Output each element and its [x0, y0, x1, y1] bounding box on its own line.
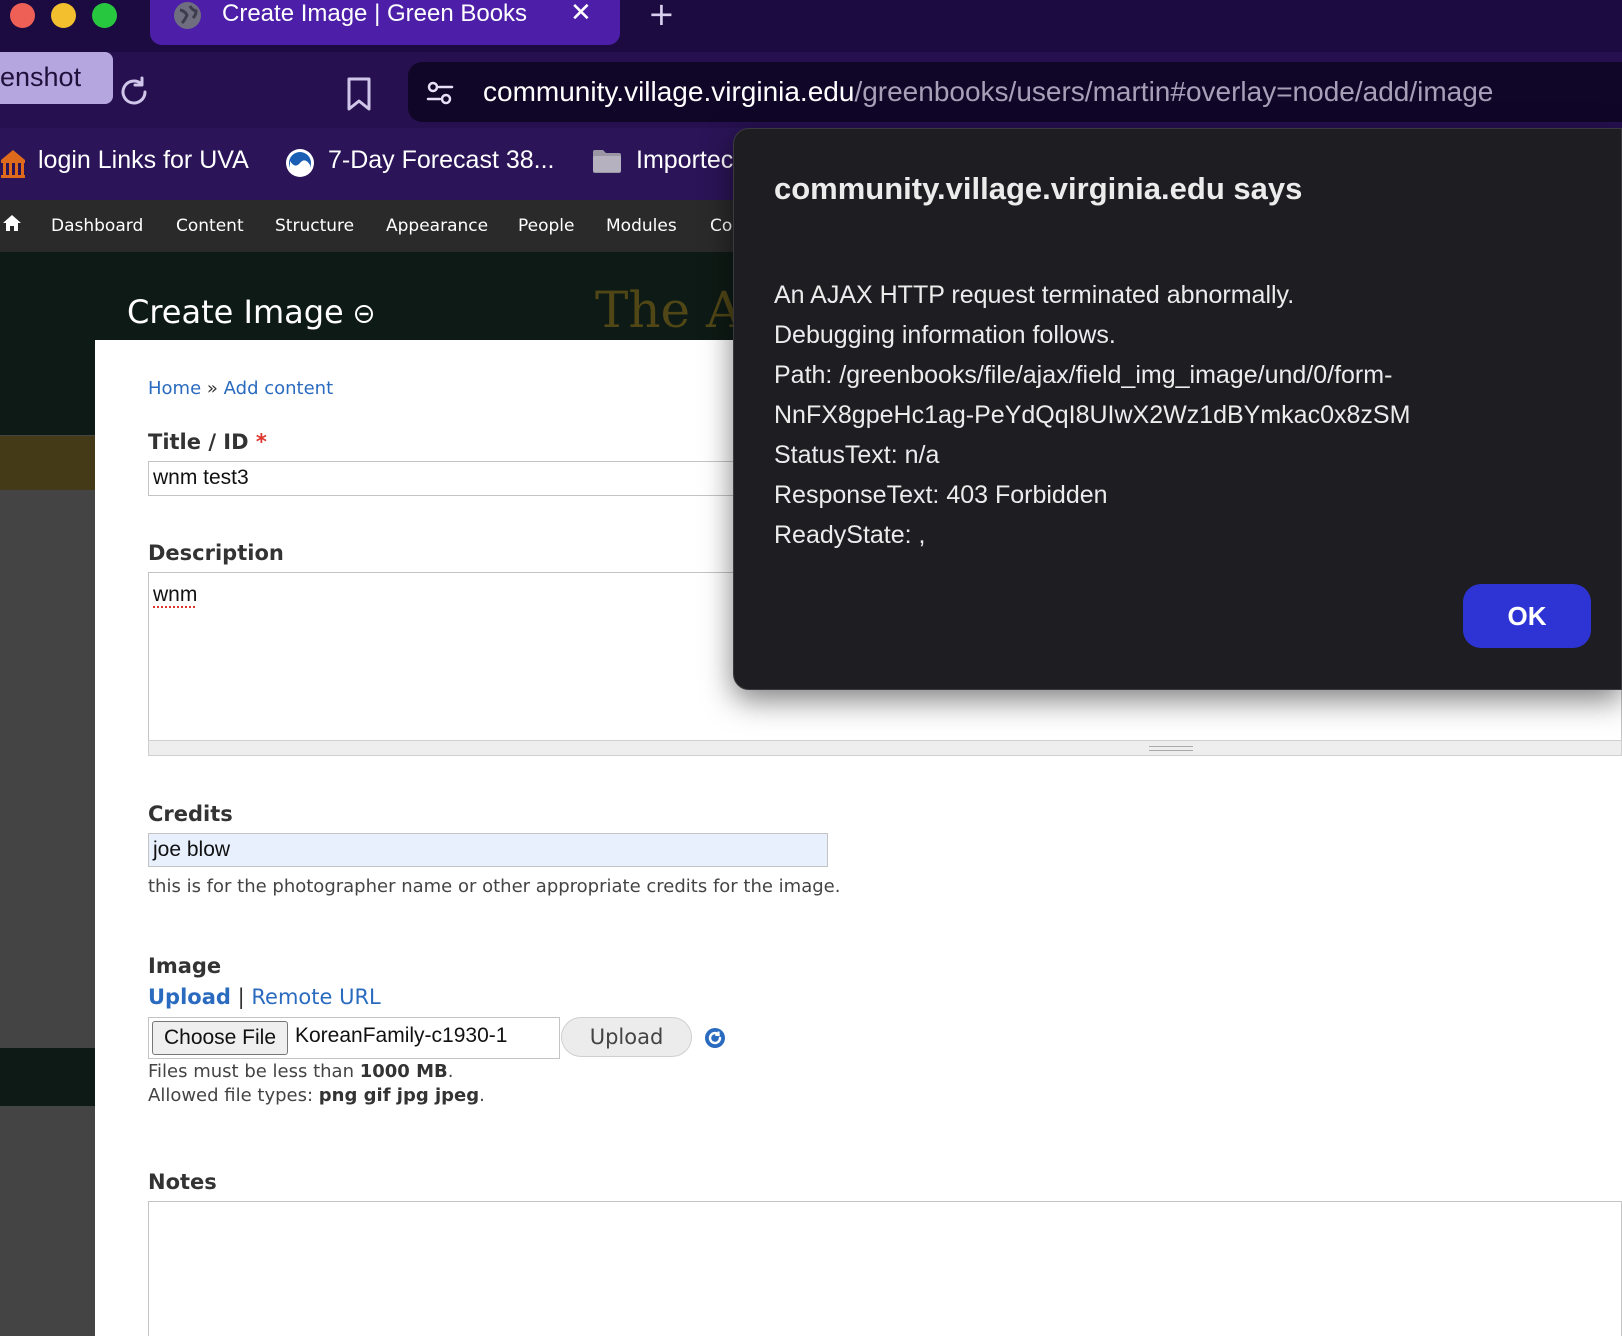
- new-tab-icon[interactable]: +: [648, 0, 675, 30]
- choose-file-button[interactable]: Choose File: [152, 1021, 288, 1055]
- bookmark-forecast[interactable]: 7-Day Forecast 38...: [328, 145, 554, 175]
- admin-menu-structure[interactable]: Structure: [275, 216, 354, 236]
- admin-menu-appearance[interactable]: Appearance: [386, 216, 488, 236]
- file-types-help-prefix: Allowed file types:: [148, 1085, 314, 1106]
- rotunda-icon: [0, 148, 26, 182]
- dialog-title: community.village.virginia.edu says: [774, 171, 1303, 206]
- browser-tab-active[interactable]: Create Image | Green Books ✕: [150, 0, 620, 45]
- home-icon[interactable]: [2, 214, 22, 236]
- breadcrumb: Home » Add content: [148, 378, 333, 399]
- dialog-message-line: NnFX8gpeHc1ag-PeYdQqI8UIwX2Wz1dBYmkac0x8…: [774, 401, 1411, 429]
- dialog-message-line: Path: /greenbooks/file/ajax/field_img_im…: [774, 361, 1393, 389]
- admin-menu-bar: Dashboard Content Structure Appearance P…: [0, 200, 740, 252]
- admin-menu-people[interactable]: People: [518, 216, 574, 236]
- ok-button[interactable]: OK: [1463, 584, 1591, 648]
- shortcut-remove-icon[interactable]: [354, 304, 374, 328]
- ajax-throbber-icon: [704, 1027, 726, 1053]
- browser-toolbar: enshot community.village.virginia.edu/gr…: [0, 52, 1622, 128]
- alert-dialog: community.village.virginia.edu says An A…: [733, 128, 1622, 690]
- notes-textarea[interactable]: [148, 1201, 1622, 1336]
- admin-menu-dashboard[interactable]: Dashboard: [51, 216, 143, 236]
- dialog-message-line: Debugging information follows.: [774, 321, 1116, 349]
- grip-lines: [1149, 746, 1193, 751]
- tab-close-icon[interactable]: ✕: [570, 0, 592, 28]
- credits-help-text: this is for the photographer name or oth…: [148, 876, 841, 897]
- dialog-message-line: StatusText: n/a: [774, 441, 940, 469]
- tab-strip: Create Image | Green Books ✕ +: [0, 0, 1622, 52]
- description-value: wnm: [153, 583, 198, 606]
- site-settings-icon[interactable]: [426, 80, 454, 110]
- file-types-help-suffix: .: [479, 1085, 485, 1106]
- breadcrumb-home[interactable]: Home: [148, 378, 201, 399]
- page-title: Create Image: [127, 293, 344, 331]
- admin-menu-modules[interactable]: Modules: [606, 216, 677, 236]
- file-size-help-suffix: .: [447, 1061, 454, 1082]
- source-separator: |: [237, 985, 245, 1009]
- dialog-message-line: An AJAX HTTP request terminated abnormal…: [774, 281, 1295, 309]
- notes-label: Notes: [148, 1170, 217, 1194]
- textarea-resize-grip[interactable]: [148, 740, 1622, 756]
- file-size-help: Files must be less than 1000 MB.: [148, 1060, 453, 1084]
- zoom-window-button[interactable]: [92, 3, 117, 28]
- selected-file-name: KoreanFamily-c1930-1: [295, 1024, 508, 1047]
- description-label: Description: [148, 541, 284, 565]
- minimize-window-button[interactable]: [51, 3, 76, 28]
- file-size-limit: 1000 MB: [359, 1061, 448, 1082]
- dialog-message-line: ResponseText: 403 Forbidden: [774, 481, 1108, 509]
- tab-title: Create Image | Green Books: [222, 0, 528, 27]
- title-label-text: Title / ID: [148, 430, 249, 454]
- allowed-file-types: png gif jpg jpeg: [318, 1085, 480, 1106]
- breadcrumb-add-content[interactable]: Add content: [224, 378, 334, 399]
- title-input-value: wnm test3: [153, 466, 249, 489]
- remote-url-link[interactable]: Remote URL: [251, 985, 380, 1009]
- url-text[interactable]: community.village.virginia.edu/greenbook…: [483, 76, 1493, 108]
- image-source-tabs: Upload | Remote URL: [148, 985, 381, 1009]
- backdrop-band: [0, 436, 95, 490]
- breadcrumb-separator: »: [206, 378, 218, 399]
- screenshot-tooltip-text: enshot: [0, 62, 82, 92]
- address-bar[interactable]: community.village.virginia.edu/greenbook…: [408, 62, 1622, 122]
- file-types-help: Allowed file types: png gif jpg jpeg.: [148, 1084, 485, 1108]
- bookmark-imported-folder[interactable]: Importec: [636, 145, 733, 175]
- reload-icon[interactable]: [116, 74, 152, 114]
- file-input[interactable]: Choose File KoreanFamily-c1930-1: [148, 1017, 560, 1059]
- bookmark-login-links[interactable]: login Links for UVA: [38, 145, 249, 175]
- close-window-button[interactable]: [10, 3, 35, 28]
- screenshot-tooltip: enshot: [0, 52, 113, 104]
- dialog-message-line: ReadyState: ,: [774, 521, 926, 549]
- noaa-icon: [285, 148, 315, 182]
- backdrop-strip: [0, 340, 95, 435]
- dialog-message: An AJAX HTTP request terminated abnormal…: [774, 275, 1410, 555]
- url-path: /greenbooks/users/martin#overlay=node/ad…: [854, 76, 1494, 107]
- upload-button[interactable]: Upload: [561, 1017, 692, 1057]
- credits-input[interactable]: joe blow: [148, 833, 828, 867]
- bookmark-icon[interactable]: [345, 76, 373, 116]
- backdrop-strip-lower: [0, 1048, 95, 1106]
- required-marker: *: [255, 430, 267, 454]
- credits-label: Credits: [148, 802, 233, 826]
- admin-menu-content[interactable]: Content: [176, 216, 244, 236]
- upload-source-link[interactable]: Upload: [148, 985, 231, 1009]
- folder-icon: [592, 148, 622, 178]
- file-size-help-prefix: Files must be less than: [148, 1061, 354, 1082]
- credits-input-value: joe blow: [153, 838, 231, 861]
- globe-icon: [174, 2, 201, 29]
- admin-menu-configuration[interactable]: Co: [710, 216, 732, 236]
- title-label: Title / ID *: [148, 430, 267, 454]
- image-label: Image: [148, 954, 222, 978]
- url-host: community.village.virginia.edu: [483, 76, 855, 107]
